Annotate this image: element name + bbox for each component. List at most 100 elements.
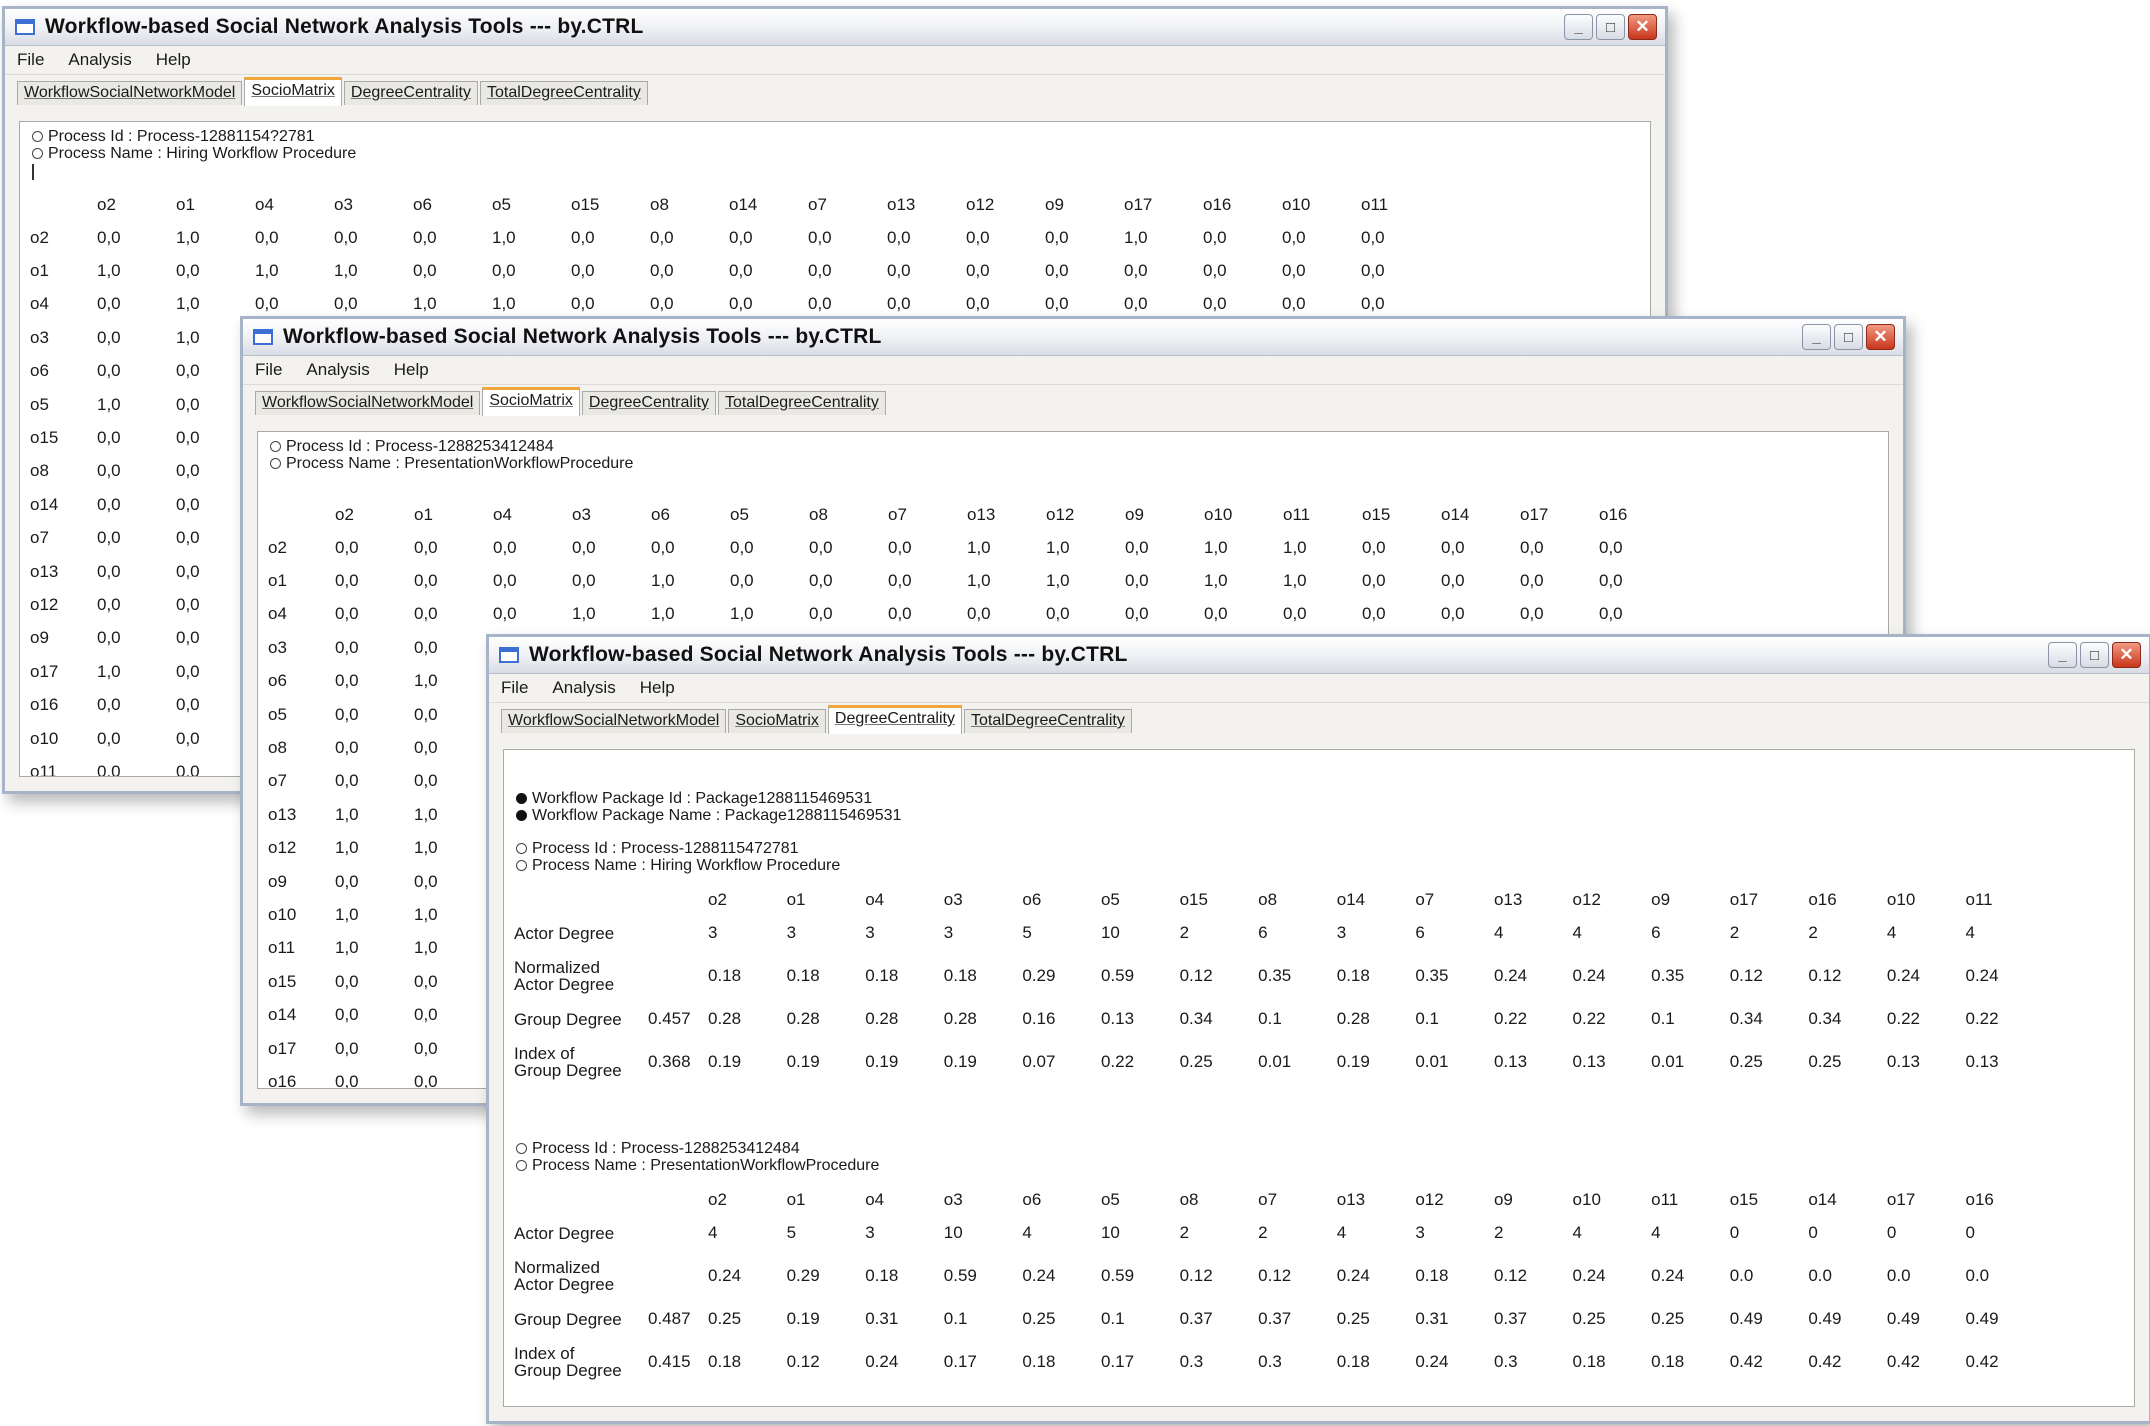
menu-help[interactable]: Help [640, 678, 675, 698]
dc-column-header: o1 [786, 890, 806, 909]
matrix-cell: 0,0 [887, 261, 911, 281]
process-name: Process Name : PresentationWorkflowProce… [532, 1156, 880, 1174]
dc-cell: 0.18 [1336, 1352, 1370, 1371]
matrix-cell: 0,0 [888, 571, 912, 591]
matrix-cell: 0,0 [335, 704, 359, 724]
title-bar[interactable]: Workflow-based Social Network Analysis T… [5, 9, 1665, 46]
menu-file[interactable]: File [255, 360, 282, 380]
matrix-row-label: o10 [268, 904, 297, 924]
matrix-cell: 1,0 [572, 604, 596, 624]
tab-total-degree-centrality[interactable]: TotalDegreeCentrality [479, 81, 648, 105]
close-icon[interactable]: ✕ [1628, 14, 1657, 40]
dc-column-header: o4 [865, 1190, 885, 1209]
matrix-cell: 1,0 [651, 571, 675, 591]
matrix-cell: 0,0 [1283, 604, 1307, 624]
tab-degree-centrality[interactable]: DegreeCentrality [827, 705, 962, 734]
menu-help[interactable]: Help [394, 360, 429, 380]
dc-header-row: o2 o1 o4 o3 o6 o5 o8 o7 o13 o12 o9 o10 o11 o15 o14 o17 o… [514, 1184, 2044, 1216]
dc-cell: 0.35 [1651, 966, 1685, 985]
matrix-column-header: o9 [1125, 504, 1144, 524]
tab-sociomatrix[interactable]: SocioMatrix [728, 709, 826, 733]
tab-total-degree-centrality[interactable]: TotalDegreeCentrality [963, 709, 1132, 733]
menu-file[interactable]: File [17, 50, 44, 70]
group-degree-row: Group Degree 0.487 0.25 0.19 0.31 0.1 0.25 0.1 0… [514, 1302, 2044, 1336]
matrix-column-header: o4 [493, 504, 512, 524]
dc-row-value [648, 1216, 708, 1250]
matrix-row-label: o11 [268, 938, 296, 958]
text-cursor [32, 164, 34, 180]
matrix-row: o1 0,0 0,0 0,0 0,0 1,0 0,0 0,0 0,0 1,0 1,0 0,0 1,0 1,… [268, 564, 1678, 597]
index-group-degree-row: Index of Group Degree 0.368 0.19 0.19 0.19 0.1… [514, 1036, 2044, 1088]
matrix-column-header: o13 [887, 194, 916, 214]
dc-column-header: o8 [1179, 1190, 1199, 1209]
dc-column-header: o13 [1493, 890, 1523, 909]
dc-cell: 0.59 [943, 1266, 977, 1285]
title-bar[interactable]: Workflow-based Social Network Analysis T… [243, 319, 1903, 356]
matrix-header-row: o2 o1 o4 o3 o6 o5 o8 o7 o13 o12 o9 o10 o11 o15 o14 o17 o… [268, 498, 1678, 531]
dc-cell: 0.28 [943, 1009, 977, 1028]
dc-cell: 0.25 [1651, 1309, 1685, 1328]
minimize-icon[interactable]: _ [2048, 642, 2077, 668]
dc-corner-value [648, 1184, 708, 1216]
matrix-column-header: o5 [492, 194, 511, 214]
matrix-row-label: o17 [268, 1038, 297, 1058]
dc-cell: 0.18 [1415, 1266, 1449, 1285]
dc-cell: 0.18 [708, 1352, 742, 1371]
tab-sociomatrix[interactable]: SocioMatrix [244, 77, 342, 106]
tab-workflow-social-network-model[interactable]: WorkflowSocialNetworkModel [17, 81, 243, 105]
menu-analysis[interactable]: Analysis [68, 50, 131, 70]
dc-row-label: Index of Group Degree [514, 1336, 648, 1388]
matrix-column-header: o15 [571, 194, 600, 214]
dc-cell: 0 [1729, 1223, 1740, 1242]
minimize-icon[interactable]: _ [1802, 324, 1831, 350]
window-title: Workflow-based Social Network Analysis T… [283, 325, 882, 348]
title-bar[interactable]: Workflow-based Social Network Analysis T… [489, 637, 2149, 674]
close-icon[interactable]: ✕ [1866, 324, 1895, 350]
dc-cell: 0.24 [1651, 1266, 1685, 1285]
dc-cell: 0.24 [1572, 1266, 1606, 1285]
close-icon[interactable]: ✕ [2112, 642, 2141, 668]
tab-total-degree-centrality[interactable]: TotalDegreeCentrality [717, 391, 886, 415]
window-title: Workflow-based Social Network Analysis T… [45, 15, 644, 38]
maximize-icon[interactable]: □ [2080, 642, 2109, 668]
matrix-cell: 1,0 [335, 938, 359, 958]
radio-bullet-icon [32, 148, 43, 159]
dc-row-label-line: Group Degree [514, 1361, 622, 1380]
menu-help[interactable]: Help [156, 50, 191, 70]
dc-cell: 3 [865, 1223, 875, 1242]
matrix-cell: 0,0 [414, 637, 438, 657]
tab-degree-centrality[interactable]: DegreeCentrality [343, 81, 478, 105]
process-id-line: Process Id : Process-12881154?2781 [32, 128, 356, 145]
app-icon [15, 19, 35, 35]
matrix-cell: 0,0 [730, 537, 754, 557]
matrix-row-label: o4 [268, 604, 287, 624]
dc-cell: 0.07 [1022, 1052, 1056, 1071]
menu-analysis[interactable]: Analysis [306, 360, 369, 380]
maximize-icon[interactable]: □ [1834, 324, 1863, 350]
dc-cell: 0.18 [1572, 1352, 1606, 1371]
dc-cell: 0.18 [865, 966, 899, 985]
matrix-cell: 0,0 [808, 261, 832, 281]
maximize-icon[interactable]: □ [1596, 14, 1625, 40]
dc-column-header: o7 [1258, 1190, 1278, 1209]
tab-workflow-social-network-model[interactable]: WorkflowSocialNetworkModel [255, 391, 481, 415]
matrix-cell: 0,0 [1361, 227, 1385, 247]
dc-cell: 0.24 [865, 1352, 899, 1371]
matrix-cell: 1,0 [1283, 537, 1307, 557]
matrix-cell: 1,0 [414, 938, 438, 958]
matrix-cell: 1,0 [967, 571, 991, 591]
matrix-cell: 0,0 [414, 1038, 438, 1058]
menu-analysis[interactable]: Analysis [552, 678, 615, 698]
process-id-line: Process Id : Process-1288253412484 [270, 438, 633, 455]
minimize-icon[interactable]: _ [1564, 14, 1593, 40]
tab-degree-centrality[interactable]: DegreeCentrality [581, 391, 716, 415]
matrix-cell: 0,0 [572, 537, 596, 557]
dc-cell: 0.59 [1100, 966, 1135, 985]
menu-file[interactable]: File [501, 678, 528, 698]
dc-cell: 0.49 [1965, 1309, 1999, 1328]
dc-cell: 0.01 [1258, 1052, 1292, 1071]
dc-cell: 0.1 [1651, 1009, 1675, 1028]
tab-workflow-social-network-model[interactable]: WorkflowSocialNetworkModel [501, 709, 727, 733]
matrix-cell: 0,0 [1203, 261, 1227, 281]
tab-sociomatrix[interactable]: SocioMatrix [482, 387, 580, 416]
